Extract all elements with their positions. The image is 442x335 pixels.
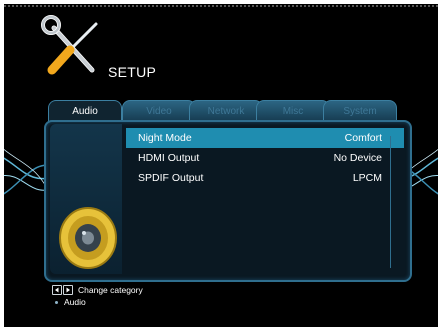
bullet-icon <box>55 300 58 304</box>
change-category-hint: Change category <box>52 284 143 295</box>
setting-label: Night Mode <box>138 132 192 144</box>
setting-label: SPDIF Output <box>138 172 204 184</box>
tab-network[interactable]: Network <box>189 100 263 122</box>
speaker-icon <box>59 207 117 269</box>
setting-label: HDMI Output <box>138 152 200 164</box>
arrow-right-icon <box>63 284 73 295</box>
change-category-label: Change category <box>78 284 143 295</box>
wrench-screwdriver-icon <box>41 15 98 75</box>
setting-row-night-mode[interactable]: Night Mode Comfort <box>126 128 404 148</box>
setting-row-spdif-output[interactable]: SPDIF Output LPCM <box>126 168 404 188</box>
arrow-left-icon <box>52 284 62 295</box>
page-title: SETUP <box>108 64 157 80</box>
setup-screen: SETUP Audio Video Network Misc System Ni… <box>4 4 438 327</box>
setting-row-hdmi-output[interactable]: HDMI Output No Device <box>126 148 404 168</box>
tab-system[interactable]: System <box>323 100 397 122</box>
current-category-label: Audio <box>64 297 86 307</box>
current-category-hint: Audio <box>52 297 86 307</box>
scrollbar[interactable] <box>390 136 401 268</box>
setting-value: Comfort <box>344 132 382 144</box>
tab-video[interactable]: Video <box>122 100 196 122</box>
top-dotted-strip <box>4 5 438 7</box>
setting-value: No Device <box>333 152 382 164</box>
tab-misc[interactable]: Misc <box>256 100 330 122</box>
setting-value: LPCM <box>352 172 382 184</box>
